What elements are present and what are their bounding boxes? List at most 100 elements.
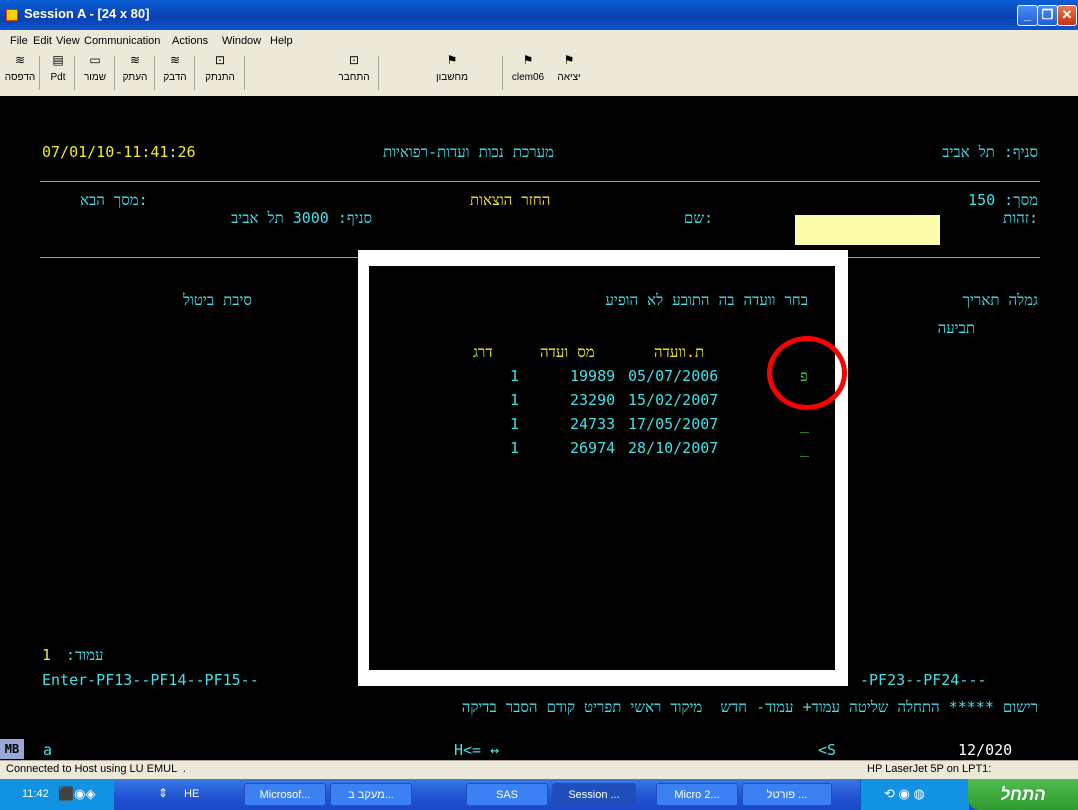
toolbar-pdt-button[interactable]: ▤ Pdt <box>44 53 72 91</box>
paste-icon: ≋ <box>169 53 181 67</box>
app-icon <box>6 9 18 21</box>
toolbar-calculator-button[interactable]: ⚑ מחשבון <box>426 53 478 91</box>
toolbar-separator <box>74 56 75 90</box>
popup-title: בחר וועדה בה התובע לא הופיע <box>605 291 808 309</box>
row-number: 23290 <box>570 391 616 409</box>
oia-mode: MB <box>0 739 24 759</box>
menu-window[interactable]: Window <box>222 35 261 47</box>
terminal-name-label: :שם <box>684 209 714 227</box>
toolbar-paste-button[interactable]: ≋ הדבק <box>159 53 191 91</box>
terminal-benefit-label: גמלה תאריך <box>962 291 1038 309</box>
window-title: Session A - [24 x 80] <box>24 6 150 21</box>
terminal-page-number: 1 <box>42 646 52 664</box>
row-number: 24733 <box>570 415 616 433</box>
oia-direction: H<= ↔ <box>454 741 500 759</box>
toolbar-separator <box>154 56 155 90</box>
row-number: 26974 <box>570 439 616 457</box>
toolbar-separator <box>194 56 195 90</box>
toolbar-disconnect-button[interactable]: ⊡ התנתק <box>202 53 238 91</box>
toolbar-print-button[interactable]: ≋ הדפסה <box>3 53 37 91</box>
start-button[interactable]: התחל <box>968 779 1078 810</box>
col-date-header: ת.וועדה <box>654 343 705 361</box>
toolbar-connect-button[interactable]: ⊡ התחבר <box>334 53 374 91</box>
toolbar-macro-button[interactable]: ⚑ clem06 <box>508 53 548 91</box>
macro-icon: ⚑ <box>522 53 534 67</box>
menu-edit[interactable]: Edit <box>33 35 52 47</box>
printer-status: HP LaserJet 5P on LPT1: <box>867 763 992 775</box>
toolbar-separator <box>502 56 503 90</box>
close-button[interactable]: ✕ <box>1057 5 1077 26</box>
row-grade: 1 <box>510 391 520 409</box>
terminal-cancel-reason-label: סיבת ביטול <box>183 291 252 309</box>
row-grade: 1 <box>510 439 520 457</box>
save-icon: ▭ <box>89 53 101 67</box>
row-select-field[interactable]: _ <box>800 439 809 457</box>
language-indicator[interactable]: HE <box>184 788 199 800</box>
exit-icon: ⚑ <box>563 53 575 67</box>
minimize-button[interactable]: _ <box>1017 5 1038 26</box>
taskbar-tray <box>0 779 114 810</box>
row-grade: 1 <box>510 367 520 385</box>
highlight-circle <box>767 336 847 410</box>
printer-icon: ▤ <box>52 53 64 67</box>
task-button[interactable]: פורטל ... <box>742 783 832 806</box>
toolbar-separator <box>378 56 379 90</box>
terminal-page-label: עמוד: <box>66 646 104 664</box>
terminal-system-title: מערכת נכות ועדות-רפואיות <box>383 143 555 161</box>
terminal-datetime: 07/01/10-11:41:26 <box>42 143 196 161</box>
calculator-icon: ⚑ <box>446 53 458 67</box>
toolbar-separator <box>39 56 40 90</box>
tray-arrow-icon[interactable]: ⇕ <box>158 786 168 800</box>
col-number-header: מס ועדה <box>540 343 595 361</box>
toolbar-separator <box>114 56 115 90</box>
maximize-button[interactable]: ❐ <box>1037 5 1058 26</box>
terminal-next-screen-label: :מסך הבא <box>80 191 148 209</box>
col-grade-header: דרג <box>473 343 493 361</box>
menu-bar <box>0 30 1078 50</box>
tray-icons: ⬛◉◈ <box>58 786 96 801</box>
row-date: 17/05/2007 <box>628 415 719 433</box>
task-button[interactable]: Micro 2... <box>656 783 738 806</box>
oia-session: a <box>43 741 53 759</box>
task-button[interactable]: מעקב ב... <box>330 783 412 806</box>
toolbar-exit-button[interactable]: ⚑ יציאה <box>550 53 588 91</box>
menu-communication[interactable]: Communication <box>84 35 160 47</box>
print-screen-icon: ≋ <box>14 53 26 67</box>
row-date: 15/02/2007 <box>628 391 719 409</box>
pf-keys-left: Enter-PF13--PF14--PF15-- <box>42 671 259 689</box>
task-button-active[interactable]: Session ... <box>552 783 636 806</box>
window-title-bar[interactable] <box>0 0 1078 30</box>
connection-status: Connected to Host using LU EMUL . <box>6 763 186 775</box>
toolbar-separator <box>244 56 245 90</box>
terminal-id-label: :זהות <box>1003 209 1038 227</box>
id-field[interactable] <box>795 215 940 245</box>
toolbar-copy-button[interactable]: ≋ העתק <box>119 53 151 91</box>
terminal-branch-code: סניף: 3000 תל אביב <box>231 209 372 227</box>
disconnect-icon: ⊡ <box>214 53 226 67</box>
popup-inner <box>369 266 835 670</box>
pf-keys-right: -PF23--PF24--- <box>860 671 987 689</box>
terminal-divider <box>40 181 1040 182</box>
menu-view[interactable]: View <box>56 35 80 47</box>
terminal-branch: סניף: תל אביב <box>942 143 1038 161</box>
terminal-screen-title: החזר הוצאות <box>470 191 551 209</box>
oia-indicator: <S <box>818 741 837 759</box>
task-button[interactable]: Microsof... <box>244 783 326 806</box>
terminal-claim-label: תביעה <box>937 319 975 337</box>
toolbar-save-button[interactable]: ▭ שמור <box>79 53 111 91</box>
quick-launch-icons[interactable]: ⟲ ◉ ◍ <box>884 786 925 802</box>
row-select-field[interactable]: _ <box>800 415 809 433</box>
oia-status-line <box>0 738 1078 760</box>
menu-file[interactable]: File <box>10 35 28 47</box>
menu-help[interactable]: Help <box>270 35 293 47</box>
selection-popup <box>358 250 848 686</box>
function-key-menu: רישום ***** התחלה שליטה עמוד+ עמוד- חדש … <box>461 698 1038 716</box>
menu-actions[interactable]: Actions <box>172 35 208 47</box>
row-number: 19989 <box>570 367 616 385</box>
copy-icon: ≋ <box>129 53 141 67</box>
taskbar-clock: 11:42 <box>22 788 49 800</box>
oia-cursor-position: 12/020 <box>958 741 1013 759</box>
row-date: 28/10/2007 <box>628 439 719 457</box>
task-button[interactable]: SAS <box>466 783 548 806</box>
terminal-screen-number: מסך: 150 <box>968 191 1038 209</box>
